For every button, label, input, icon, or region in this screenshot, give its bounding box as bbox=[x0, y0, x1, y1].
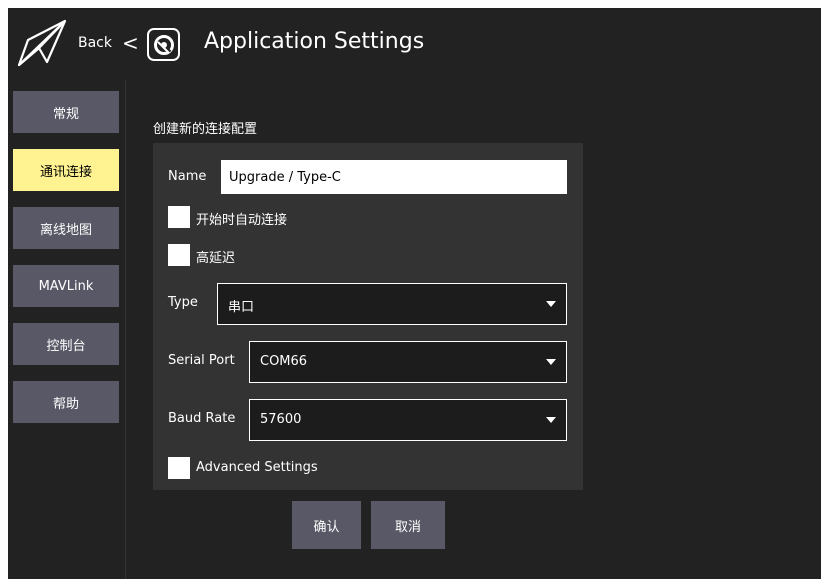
section-title: 创建新的连接配置 bbox=[153, 122, 258, 137]
qgc-logo-icon bbox=[147, 28, 180, 61]
dropdown-arrow-icon bbox=[546, 359, 556, 365]
sidebar-item-comm-links[interactable]: 通讯连接 bbox=[13, 149, 119, 191]
advanced-settings-checkbox[interactable] bbox=[168, 457, 190, 479]
connection-form-panel: Name 开始时自动连接 高延迟 Type 串口 Serial Port COM… bbox=[153, 143, 583, 490]
chevron-left-icon: < bbox=[122, 31, 139, 55]
paper-plane-icon bbox=[17, 19, 67, 67]
serial-port-dropdown[interactable]: COM66 bbox=[249, 341, 567, 383]
serial-port-value: COM66 bbox=[260, 354, 308, 369]
sidebar-item-console[interactable]: 控制台 bbox=[13, 323, 119, 365]
auto-connect-label: 开始时自动连接 bbox=[196, 213, 288, 228]
dropdown-arrow-icon bbox=[546, 417, 556, 423]
high-latency-label: 高延迟 bbox=[196, 251, 236, 266]
type-label: Type bbox=[168, 295, 198, 310]
sidebar-item-general[interactable]: 常规 bbox=[13, 91, 119, 133]
sidebar-item-help[interactable]: 帮助 bbox=[13, 381, 119, 423]
baud-rate-label: Baud Rate bbox=[168, 411, 236, 426]
back-button[interactable]: Back < bbox=[16, 18, 139, 68]
advanced-settings-label: Advanced Settings bbox=[196, 460, 318, 475]
app-window: Back < Application Settings 常规 通讯连接 离线地图… bbox=[8, 8, 821, 579]
confirm-button[interactable]: 确认 bbox=[292, 501, 361, 549]
sidebar-divider bbox=[125, 80, 126, 579]
dropdown-arrow-icon bbox=[546, 301, 556, 307]
serial-port-label: Serial Port bbox=[168, 353, 235, 368]
high-latency-checkbox[interactable] bbox=[168, 244, 190, 266]
auto-connect-checkbox[interactable] bbox=[168, 206, 190, 228]
cancel-button[interactable]: 取消 bbox=[371, 501, 445, 549]
name-input[interactable] bbox=[221, 160, 567, 194]
sidebar-item-mavlink[interactable]: MAVLink bbox=[13, 265, 119, 307]
type-dropdown[interactable]: 串口 bbox=[217, 283, 567, 325]
type-value: 串口 bbox=[228, 300, 255, 315]
sidebar-item-offline-maps[interactable]: 离线地图 bbox=[13, 207, 119, 249]
name-label: Name bbox=[168, 169, 207, 184]
baud-rate-value: 57600 bbox=[260, 412, 302, 427]
back-label: Back bbox=[78, 35, 112, 51]
baud-rate-dropdown[interactable]: 57600 bbox=[249, 399, 567, 441]
page-title: Application Settings bbox=[204, 29, 425, 54]
header: Back < Application Settings bbox=[8, 8, 821, 80]
